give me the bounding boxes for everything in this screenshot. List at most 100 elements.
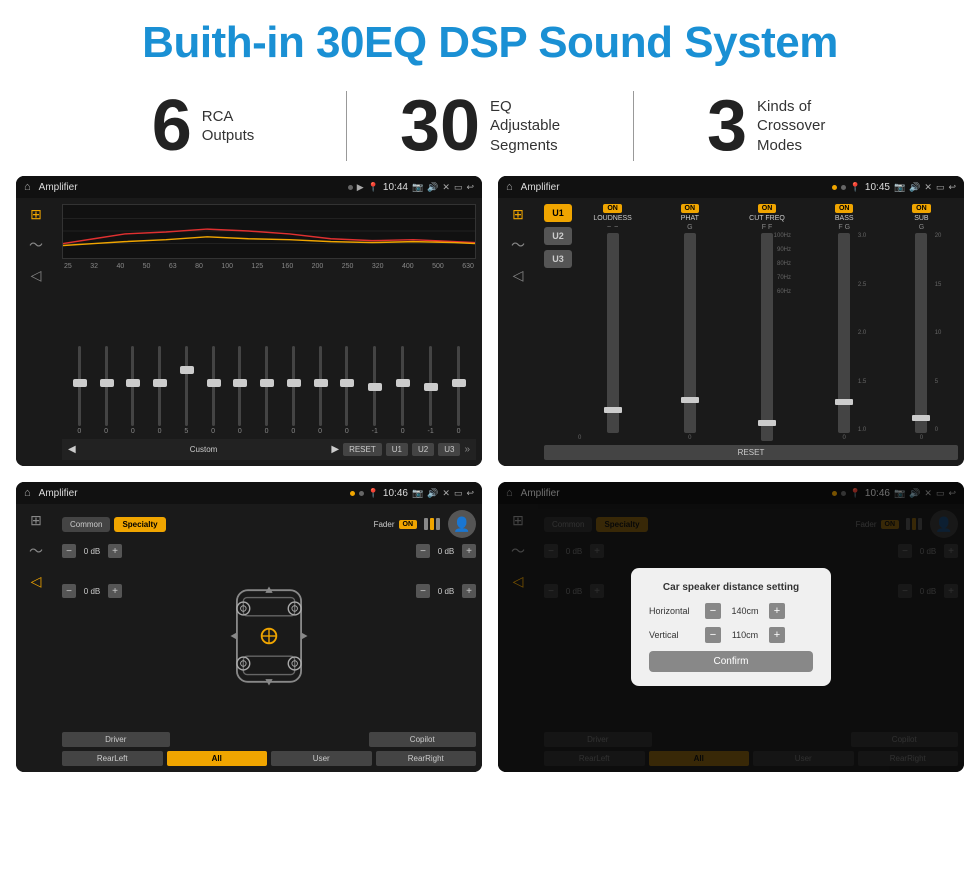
back-icon-3[interactable]: ↩: [466, 488, 474, 499]
eq-reset-btn[interactable]: RESET: [343, 443, 382, 456]
eq-slider-2[interactable]: 0: [131, 335, 135, 435]
bass-on-badge[interactable]: ON: [835, 204, 854, 213]
cutfreq-on-badge[interactable]: ON: [758, 204, 777, 213]
common-btn[interactable]: Common: [62, 517, 110, 532]
rl-minus-btn[interactable]: −: [62, 584, 76, 598]
horizontal-value: 140cm: [727, 606, 763, 616]
eq-slider-12[interactable]: 0: [401, 335, 405, 435]
rearright-btn[interactable]: RearRight: [376, 751, 477, 766]
rl-plus-btn[interactable]: +: [108, 584, 122, 598]
bass-slider[interactable]: 3.02.52.01.51.0: [838, 233, 850, 433]
left-db-controls: − 0 dB + − 0 dB +: [62, 544, 162, 728]
eq-slider-13[interactable]: -1: [428, 335, 434, 435]
back-icon[interactable]: ↩: [466, 182, 474, 193]
eq-slider-3[interactable]: 0: [158, 335, 162, 435]
rr-minus-btn[interactable]: −: [416, 584, 430, 598]
x-icon-3[interactable]: ✕: [442, 488, 450, 499]
horizontal-label: Horizontal: [649, 606, 699, 616]
rr-plus-btn[interactable]: +: [462, 584, 476, 598]
fl-plus-btn[interactable]: +: [108, 544, 122, 558]
bottom-buttons: Driver Copilot: [62, 732, 476, 747]
phat-slider[interactable]: [684, 233, 696, 433]
amp-reset-btn[interactable]: RESET: [544, 445, 958, 460]
eq-freq-labels: 25 32 40 50 63 80 100 125 160 200 250 32…: [62, 263, 476, 270]
eq-slider-7[interactable]: 0: [265, 335, 269, 435]
back-icon-2[interactable]: ↩: [948, 182, 956, 193]
user-btn[interactable]: User: [271, 751, 372, 766]
x-icon[interactable]: ✕: [442, 182, 450, 193]
vertical-plus-btn[interactable]: +: [769, 627, 785, 643]
sub-on-badge[interactable]: ON: [912, 204, 931, 213]
amp-u1-btn[interactable]: U1: [544, 204, 572, 222]
eq-slider-8[interactable]: 0: [291, 335, 295, 435]
driver-btn[interactable]: Driver: [62, 732, 170, 747]
screen-eq: ⌂ Amplifier ▶ 📍 10:44 📷 🔊 ✕ ▭ ↩ ⊞ 〜 ◁: [16, 176, 482, 466]
eq-slider-4[interactable]: 5: [184, 335, 188, 435]
eq-slider-9[interactable]: 0: [318, 335, 322, 435]
loudness-slider[interactable]: [607, 233, 619, 433]
speaker-icon[interactable]: ◁: [31, 267, 42, 284]
home-icon-2[interactable]: ⌂: [506, 181, 513, 193]
status-dot-3: [350, 491, 355, 496]
eq-slider-5[interactable]: 0: [211, 335, 215, 435]
horizontal-row: Horizontal − 140cm +: [649, 603, 813, 619]
horizontal-plus-btn[interactable]: +: [769, 603, 785, 619]
specialty-btn[interactable]: Specialty: [114, 517, 165, 532]
eq-slider-10[interactable]: 0: [345, 335, 349, 435]
home-icon-3[interactable]: ⌂: [24, 487, 31, 499]
eq-next-arrow[interactable]: ▶: [331, 444, 339, 455]
loudness-label: LOUDNESS: [593, 215, 632, 222]
stat-number-crossover: 3: [707, 90, 747, 162]
amp-channel-bass: ON BASS FG 3.02.52.01.51.0 0: [808, 204, 881, 441]
sub-slider[interactable]: 20151050: [915, 233, 927, 433]
loudness-on-badge[interactable]: ON: [603, 204, 622, 213]
eq-more-icon[interactable]: »: [464, 444, 470, 455]
camera-icon-2: 📷: [894, 182, 905, 193]
speaker-icon-2[interactable]: ◁: [513, 267, 524, 284]
eq-slider-6[interactable]: 0: [238, 335, 242, 435]
fl-minus-btn[interactable]: −: [62, 544, 76, 558]
confirm-button[interactable]: Confirm: [649, 651, 813, 672]
eq-icon-2[interactable]: ⊞: [512, 206, 524, 223]
all-btn[interactable]: All: [167, 751, 268, 766]
wave-icon-2[interactable]: 〜: [511, 235, 525, 255]
window-icon-2: ▭: [936, 182, 945, 193]
bottom-buttons-2: RearLeft All User RearRight: [62, 751, 476, 766]
amp-u2-btn[interactable]: U2: [544, 227, 572, 245]
eq-slider-1[interactable]: 0: [104, 335, 108, 435]
x-icon-2[interactable]: ✕: [924, 182, 932, 193]
copilot-btn[interactable]: Copilot: [369, 732, 477, 747]
fr-minus-btn[interactable]: −: [416, 544, 430, 558]
eq-prev-arrow[interactable]: ◀: [68, 444, 76, 455]
eq-u1-btn[interactable]: U1: [386, 443, 408, 456]
eq-slider-0[interactable]: 0: [77, 335, 81, 435]
phat-on-badge[interactable]: ON: [681, 204, 700, 213]
cutfreq-slider[interactable]: 100Hz 90Hz 80Hz 70Hz 60Hz: [761, 233, 773, 441]
page-title: Buith-in 30EQ DSP Sound System: [20, 18, 960, 68]
fr-plus-btn[interactable]: +: [462, 544, 476, 558]
modal-title: Car speaker distance setting: [649, 582, 813, 593]
rl-db-val: 0 dB: [79, 587, 105, 596]
screen2-time: 10:45: [865, 182, 890, 193]
horizontal-minus-btn[interactable]: −: [705, 603, 721, 619]
screenshots-grid: ⌂ Amplifier ▶ 📍 10:44 📷 🔊 ✕ ▭ ↩ ⊞ 〜 ◁: [0, 176, 980, 772]
screen-fader: ⌂ Amplifier 📍 10:46 📷 🔊 ✕ ▭ ↩ ⊞ 〜 ◁ Comm…: [16, 482, 482, 772]
amp-sidebar: ⊞ 〜 ◁: [498, 198, 538, 466]
eq-u2-btn[interactable]: U2: [412, 443, 434, 456]
fader-on-badge[interactable]: ON: [399, 520, 418, 529]
eq-slider-14[interactable]: 0: [457, 335, 461, 435]
fader-content: Common Specialty Fader ON 👤: [56, 504, 482, 772]
home-icon[interactable]: ⌂: [24, 181, 31, 193]
stat-crossover: 3 Kinds ofCrossover Modes: [634, 90, 920, 162]
wave-icon[interactable]: 〜: [29, 235, 43, 255]
eq-icon[interactable]: ⊞: [30, 206, 42, 223]
rearleft-btn[interactable]: RearLeft: [62, 751, 163, 766]
eq-slider-11[interactable]: -1: [372, 335, 378, 435]
speaker-icon-3[interactable]: ◁: [31, 573, 42, 590]
vertical-minus-btn[interactable]: −: [705, 627, 721, 643]
amp-u3-btn[interactable]: U3: [544, 250, 572, 268]
wave-icon-3[interactable]: 〜: [29, 541, 43, 561]
eq-icon-3[interactable]: ⊞: [30, 512, 42, 529]
screen1-title: Amplifier: [39, 182, 344, 193]
eq-u3-btn[interactable]: U3: [438, 443, 460, 456]
